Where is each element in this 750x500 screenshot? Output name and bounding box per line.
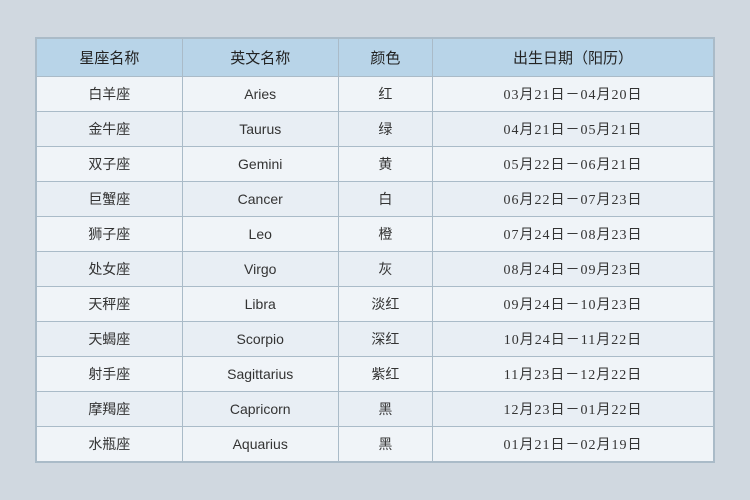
table-header-row: 星座名称 英文名称 颜色 出生日期（阳历） [37, 39, 714, 77]
cell-date: 08月24日－09月23日 [433, 252, 714, 287]
cell-chinese-name: 天蝎座 [37, 322, 183, 357]
table-row: 双子座Gemini黄05月22日－06月21日 [37, 147, 714, 182]
cell-chinese-name: 处女座 [37, 252, 183, 287]
cell-chinese-name: 双子座 [37, 147, 183, 182]
cell-chinese-name: 摩羯座 [37, 392, 183, 427]
col-birthday-header: 出生日期（阳历） [433, 39, 714, 77]
cell-date: 09月24日－10月23日 [433, 287, 714, 322]
col-chinese-name-header: 星座名称 [37, 39, 183, 77]
cell-english-name: Taurus [182, 112, 338, 147]
cell-english-name: Capricorn [182, 392, 338, 427]
cell-english-name: Virgo [182, 252, 338, 287]
table-row: 射手座Sagittarius紫红11月23日－12月22日 [37, 357, 714, 392]
cell-color: 深红 [338, 322, 432, 357]
cell-chinese-name: 水瓶座 [37, 427, 183, 462]
col-color-header: 颜色 [338, 39, 432, 77]
cell-date: 01月21日－02月19日 [433, 427, 714, 462]
table-row: 摩羯座Capricorn黑12月23日－01月22日 [37, 392, 714, 427]
cell-color: 紫红 [338, 357, 432, 392]
cell-chinese-name: 巨蟹座 [37, 182, 183, 217]
cell-date: 04月21日－05月21日 [433, 112, 714, 147]
cell-english-name: Aquarius [182, 427, 338, 462]
cell-date: 05月22日－06月21日 [433, 147, 714, 182]
table-row: 处女座Virgo灰08月24日－09月23日 [37, 252, 714, 287]
cell-color: 黑 [338, 392, 432, 427]
cell-english-name: Leo [182, 217, 338, 252]
cell-chinese-name: 狮子座 [37, 217, 183, 252]
cell-date: 12月23日－01月22日 [433, 392, 714, 427]
cell-date: 03月21日－04月20日 [433, 77, 714, 112]
cell-color: 橙 [338, 217, 432, 252]
col-english-name-header: 英文名称 [182, 39, 338, 77]
cell-english-name: Libra [182, 287, 338, 322]
cell-color: 绿 [338, 112, 432, 147]
cell-date: 06月22日－07月23日 [433, 182, 714, 217]
zodiac-table: 星座名称 英文名称 颜色 出生日期（阳历） 白羊座Aries红03月21日－04… [36, 38, 714, 462]
table-row: 巨蟹座Cancer白06月22日－07月23日 [37, 182, 714, 217]
cell-chinese-name: 天秤座 [37, 287, 183, 322]
cell-color: 黄 [338, 147, 432, 182]
table-row: 水瓶座Aquarius黑01月21日－02月19日 [37, 427, 714, 462]
table-row: 狮子座Leo橙07月24日－08月23日 [37, 217, 714, 252]
cell-chinese-name: 射手座 [37, 357, 183, 392]
table-row: 白羊座Aries红03月21日－04月20日 [37, 77, 714, 112]
cell-date: 10月24日－11月22日 [433, 322, 714, 357]
cell-english-name: Sagittarius [182, 357, 338, 392]
cell-chinese-name: 白羊座 [37, 77, 183, 112]
cell-color: 灰 [338, 252, 432, 287]
cell-color: 黑 [338, 427, 432, 462]
cell-date: 07月24日－08月23日 [433, 217, 714, 252]
cell-color: 白 [338, 182, 432, 217]
cell-english-name: Gemini [182, 147, 338, 182]
zodiac-table-container: 星座名称 英文名称 颜色 出生日期（阳历） 白羊座Aries红03月21日－04… [35, 37, 715, 463]
cell-english-name: Scorpio [182, 322, 338, 357]
cell-date: 11月23日－12月22日 [433, 357, 714, 392]
cell-color: 淡红 [338, 287, 432, 322]
cell-chinese-name: 金牛座 [37, 112, 183, 147]
table-row: 金牛座Taurus绿04月21日－05月21日 [37, 112, 714, 147]
cell-english-name: Aries [182, 77, 338, 112]
table-row: 天秤座Libra淡红09月24日－10月23日 [37, 287, 714, 322]
cell-english-name: Cancer [182, 182, 338, 217]
table-row: 天蝎座Scorpio深红10月24日－11月22日 [37, 322, 714, 357]
cell-color: 红 [338, 77, 432, 112]
